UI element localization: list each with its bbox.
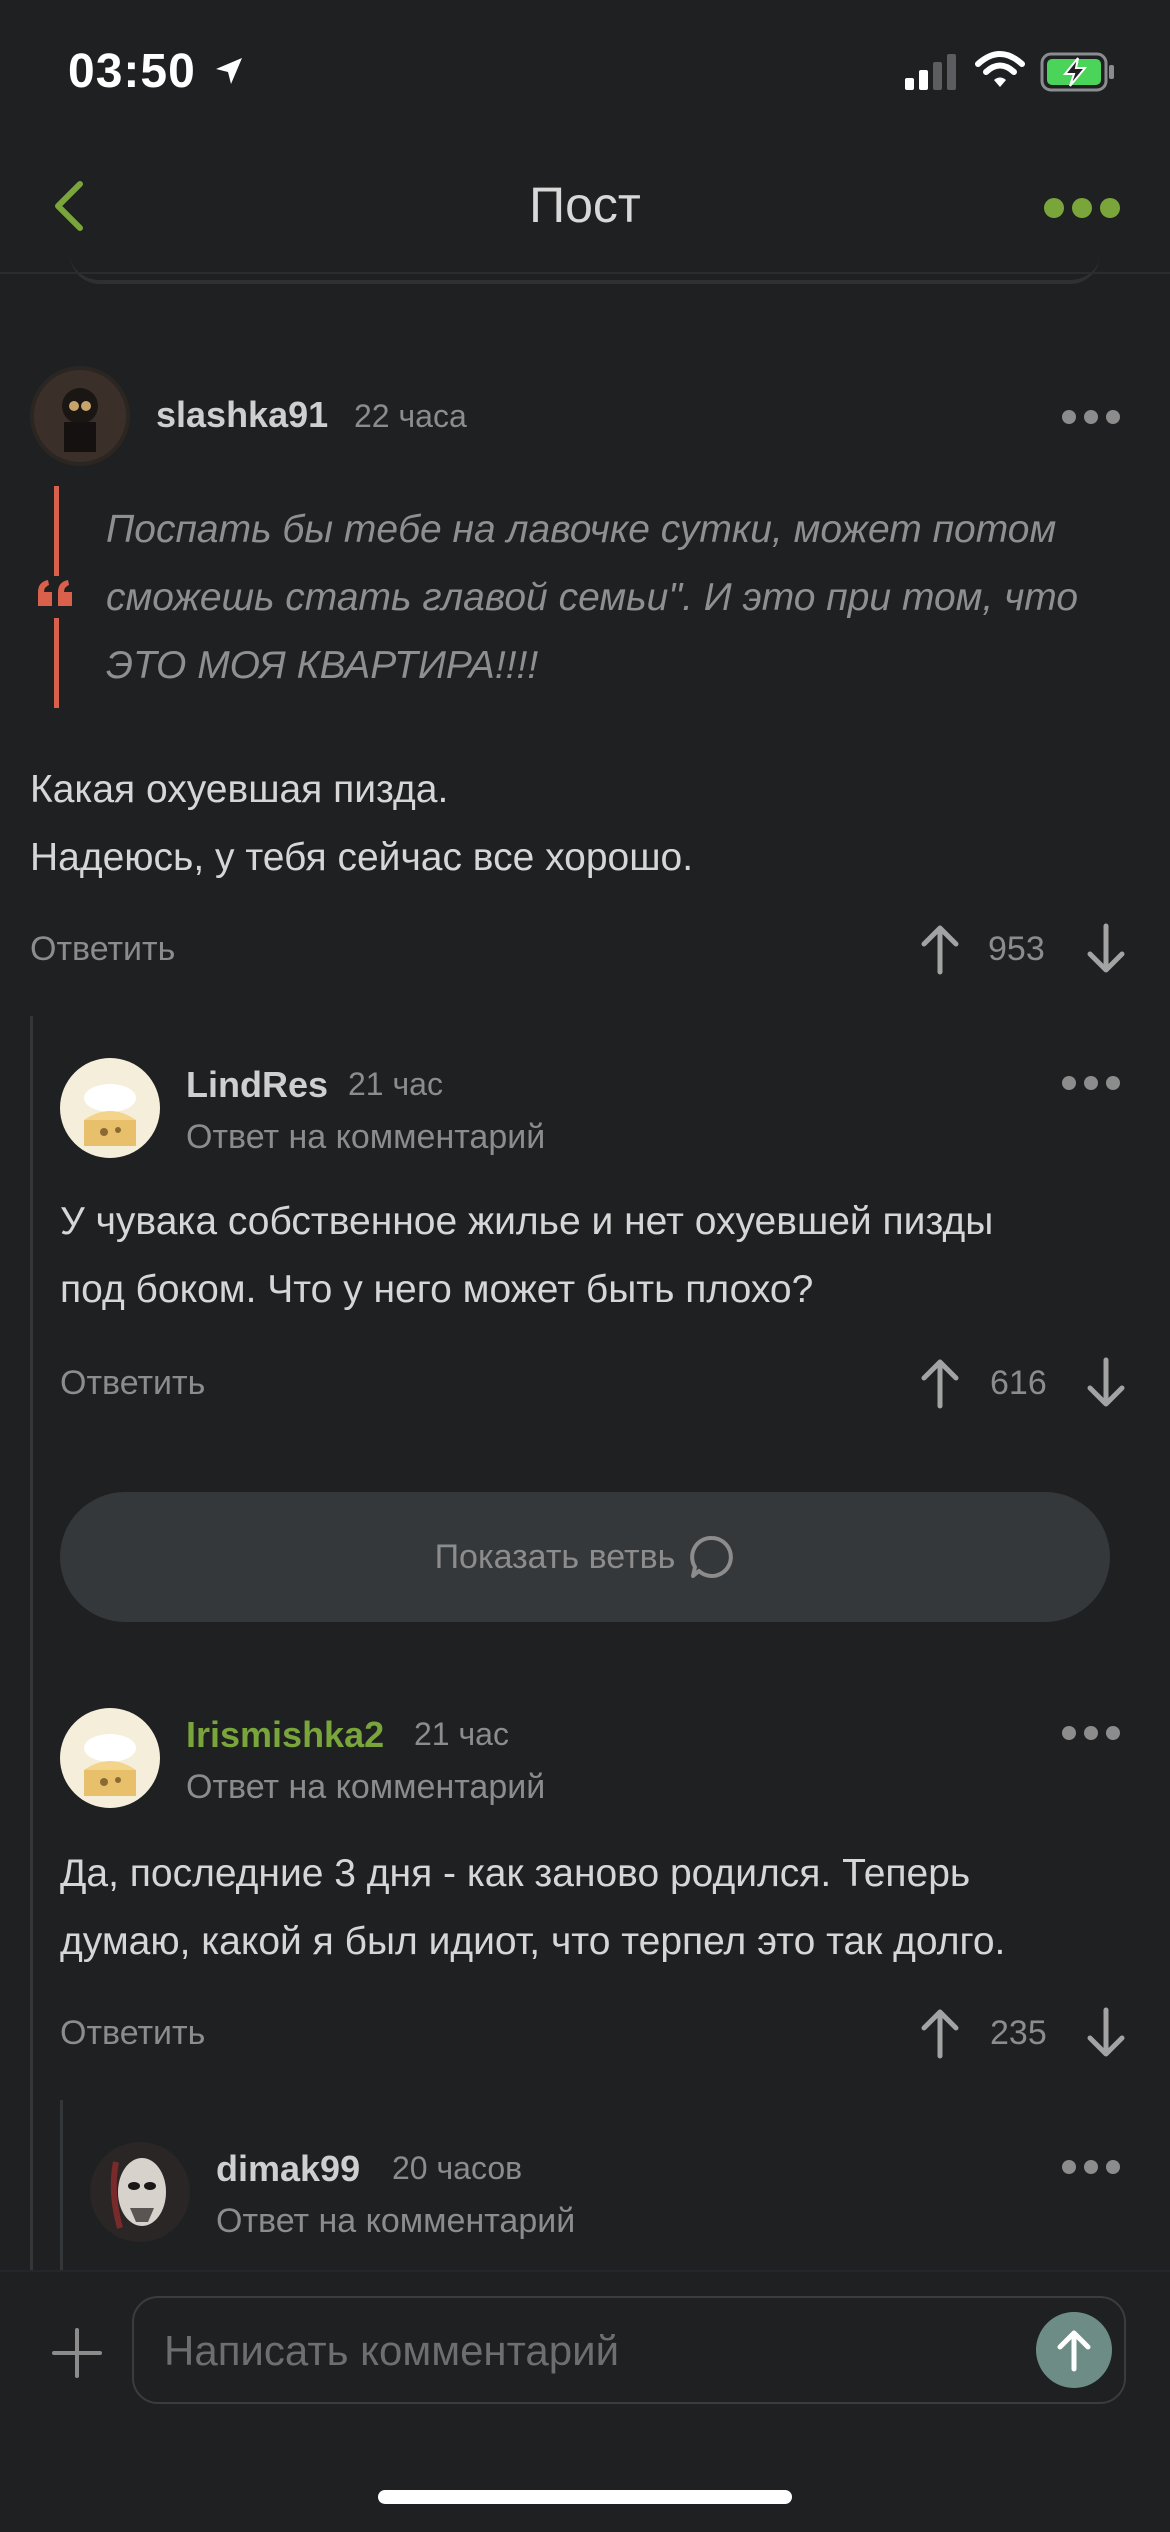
upvote-button[interactable]: [918, 2006, 962, 2065]
comment-menu-button[interactable]: [1062, 410, 1120, 424]
text-line: Надеюсь, у тебя сейчас все хорошо.: [30, 836, 694, 879]
comment-time: 22 часа: [354, 398, 467, 434]
speech-bubble-icon: [690, 1536, 734, 1578]
upvote-button[interactable]: [918, 922, 962, 981]
thread-line: [30, 1016, 33, 2270]
comment-menu-button[interactable]: [1062, 1726, 1120, 1740]
arrow-up-icon: [1057, 2330, 1091, 2372]
show-branch-button[interactable]: Показать ветвь: [60, 1492, 1110, 1622]
comment-text: Да, последние 3 дня - как заново родился…: [60, 1840, 1150, 1976]
signal-icon: [905, 52, 959, 97]
text-line: думаю, какой я был идиот, что терпел это…: [60, 1920, 1006, 1963]
wifi-icon: [974, 50, 1026, 95]
text-line: под боком. Что у него может быть плохо?: [60, 1268, 814, 1311]
reply-to-label[interactable]: Ответ на комментарий: [186, 1768, 545, 1807]
arrow-up-icon: [921, 2009, 959, 2059]
reply-to-label[interactable]: Ответ на комментарий: [186, 1118, 545, 1157]
downvote-button[interactable]: [1084, 2006, 1128, 2065]
comment-score: 235: [990, 2014, 1047, 2052]
send-button[interactable]: [1036, 2312, 1112, 2388]
comment-username[interactable]: LindRes: [186, 1064, 328, 1106]
downvote-button[interactable]: [1084, 1356, 1128, 1415]
reply-button[interactable]: Ответить: [60, 2014, 205, 2053]
arrow-down-icon: [1087, 2007, 1125, 2057]
reply-button[interactable]: Ответить: [60, 1364, 205, 1403]
comment-quote: Поспать бы тебе на лавочке сутки, может …: [106, 496, 1126, 700]
show-branch-label: Показать ветвь: [434, 1537, 676, 1576]
comment-username[interactable]: Irismishka2: [186, 1714, 384, 1756]
avatar[interactable]: [90, 2142, 190, 2242]
plus-icon: [52, 2328, 102, 2378]
comment-menu-button[interactable]: [1062, 2160, 1120, 2174]
battery-charging-icon: [1040, 52, 1116, 97]
avatar[interactable]: [60, 1708, 160, 1808]
arrow-up-icon: [921, 1359, 959, 1409]
quote-line: сможешь стать главой семьи". И это при т…: [106, 576, 1079, 619]
status-time: 03:50: [68, 45, 196, 98]
avatar[interactable]: [30, 366, 130, 466]
upvote-button[interactable]: [918, 1356, 962, 1415]
quote-icon: [36, 578, 76, 613]
text-line: У чувака собственное жилье и нет охуевше…: [60, 1200, 994, 1243]
quote-line: Поспать бы тебе на лавочке сутки, может …: [106, 508, 1057, 551]
text-line: Какая охуевшая пизда.: [30, 768, 449, 811]
arrow-up-icon: [921, 925, 959, 975]
comment-input[interactable]: [162, 2320, 1016, 2382]
header-divider: [0, 272, 1170, 274]
comment-score: 953: [988, 930, 1045, 968]
comment-username[interactable]: slashka91: [156, 394, 328, 436]
add-attachment-button[interactable]: [50, 2326, 104, 2385]
post-menu-button[interactable]: [1044, 198, 1120, 218]
quote-line: ЭТО МОЯ КВАРТИРА!!!!: [106, 644, 539, 687]
comment-username[interactable]: dimak99: [216, 2148, 360, 2190]
reply-button[interactable]: Ответить: [30, 930, 175, 969]
comment-time: 21 час: [348, 1066, 443, 1102]
arrow-down-icon: [1087, 923, 1125, 973]
composer-divider: [0, 2270, 1170, 2272]
home-indicator: [378, 2490, 792, 2504]
page-title: Пост: [529, 177, 641, 233]
comment-composer: [132, 2296, 1126, 2404]
comment-text: У чувака собственное жилье и нет охуевше…: [60, 1188, 1140, 1324]
thread-line: [60, 2100, 63, 2270]
quote-bar: [54, 486, 59, 576]
comment-menu-button[interactable]: [1062, 1076, 1120, 1090]
arrow-down-icon: [1087, 1357, 1125, 1407]
reply-to-label[interactable]: Ответ на комментарий: [216, 2202, 575, 2241]
comment-time: 21 час: [414, 1716, 509, 1752]
location-arrow-icon: [212, 54, 246, 93]
comment-text: Какая охуевшая пизда. Надеюсь, у тебя се…: [30, 756, 1130, 892]
avatar[interactable]: [60, 1058, 160, 1158]
text-line: Да, последние 3 дня - как заново родился…: [60, 1852, 971, 1895]
comment-score: 616: [990, 1364, 1047, 1402]
downvote-button[interactable]: [1084, 922, 1128, 981]
post-card-edge: [70, 252, 1100, 284]
quote-bar: [54, 618, 59, 708]
comment-time: 20 часов: [392, 2150, 523, 2186]
